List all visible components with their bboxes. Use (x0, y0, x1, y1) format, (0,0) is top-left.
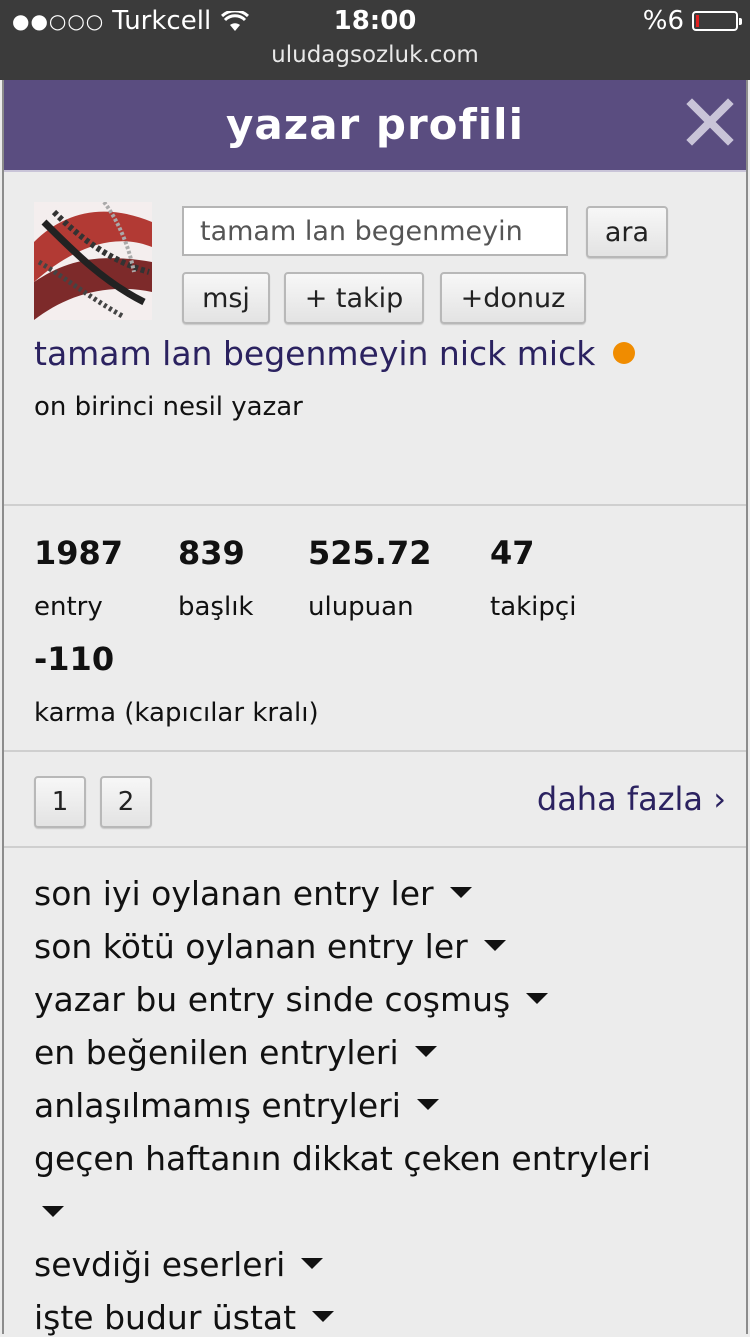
page-1-button[interactable]: 1 (34, 776, 86, 828)
more-link[interactable]: daha fazla › (537, 780, 726, 818)
panel-header: yazar profili (4, 80, 746, 172)
title-label: başlık (178, 592, 254, 622)
clock: 18:00 (333, 6, 417, 36)
menu-item-misunderstood[interactable]: anlaşılmamış entryleri (34, 1086, 439, 1125)
dropdown-arrow-icon (312, 1311, 335, 1322)
menu-item-label: son kötü oylanan entry ler (34, 927, 468, 966)
ulupuan-value: 525.72 (308, 534, 432, 572)
battery-icon (692, 11, 742, 31)
title-count: 839 (178, 534, 245, 572)
battery-percent: %6 (642, 6, 684, 36)
menu-item-label: sevdiği eserleri (34, 1245, 286, 1284)
dropdown-arrow-icon (414, 1046, 437, 1057)
karma-value: -110 (34, 640, 115, 678)
dropdown-arrow-icon (301, 1258, 324, 1269)
ulupuan-label: ulupuan (308, 592, 414, 622)
follower-label: takipçi (490, 592, 577, 622)
menu-item-last-week-notable[interactable]: geçen haftanın dikkat çeken entryleri (34, 1139, 651, 1178)
entry-count: 1987 (34, 534, 124, 572)
menu-item-worst-rated[interactable]: son kötü oylanan entry ler (34, 927, 506, 966)
battery-status: %6 (642, 6, 742, 36)
menu-item-label: geçen haftanın dikkat çeken entryleri (34, 1139, 651, 1178)
status-bar: ●●○○○ Turkcell 18:00 %6 uludagsozluk.com (0, 0, 750, 80)
dropdown-arrow-icon (526, 993, 549, 1004)
profile-panel: yazar profili ara msj + takip +donuz tam… (2, 80, 748, 1337)
menu-item-label: işte budur üstat (34, 1298, 297, 1337)
menu-item-label: anlaşılmamış entryleri (34, 1086, 401, 1125)
dropdown-arrow-icon (483, 940, 506, 951)
search-button[interactable]: ara (586, 206, 668, 258)
menu-item-best-rated[interactable]: son iyi oylanan entry ler (34, 874, 472, 913)
username-text: tamam lan begenmeyin nick mick (34, 334, 596, 373)
divider (4, 846, 746, 848)
online-status-indicator (613, 341, 636, 364)
dropdown-arrow-icon (416, 1099, 439, 1110)
menu-item-favorite-works[interactable]: sevdiği eserleri (34, 1245, 324, 1284)
menu-item-cosmus[interactable]: yazar bu entry sinde coşmuş (34, 980, 549, 1019)
karma-label: karma (kapıcılar kralı) (34, 698, 319, 728)
divider (4, 504, 746, 506)
menu-item-label: yazar bu entry sinde coşmuş (34, 980, 511, 1019)
username-link[interactable]: tamam lan begenmeyin nick mick (34, 334, 636, 373)
donuz-button[interactable]: +donuz (440, 272, 586, 324)
divider (4, 750, 746, 752)
dropdown-arrow-icon (449, 887, 472, 898)
page-title: yazar profili (226, 100, 524, 149)
menu-item-label: son iyi oylanan entry ler (34, 874, 434, 913)
avatar[interactable] (34, 202, 152, 320)
message-button[interactable]: msj (182, 272, 270, 324)
address-bar[interactable]: uludagsozluk.com (0, 42, 750, 68)
search-input[interactable] (182, 206, 568, 256)
page-2-button[interactable]: 2 (100, 776, 152, 828)
menu-item-most-liked[interactable]: en beğenilen entryleri (34, 1033, 437, 1072)
follow-button[interactable]: + takip (284, 272, 424, 324)
menu-item-label: en beğenilen entryleri (34, 1033, 399, 1072)
menu-item-iste-budur[interactable]: işte budur üstat (34, 1298, 335, 1337)
close-icon[interactable] (682, 94, 738, 150)
follower-count: 47 (490, 534, 535, 572)
entry-label: entry (34, 592, 103, 622)
dropdown-arrow-icon[interactable] (42, 1206, 64, 1217)
user-rank: on birinci nesil yazar (34, 392, 303, 422)
